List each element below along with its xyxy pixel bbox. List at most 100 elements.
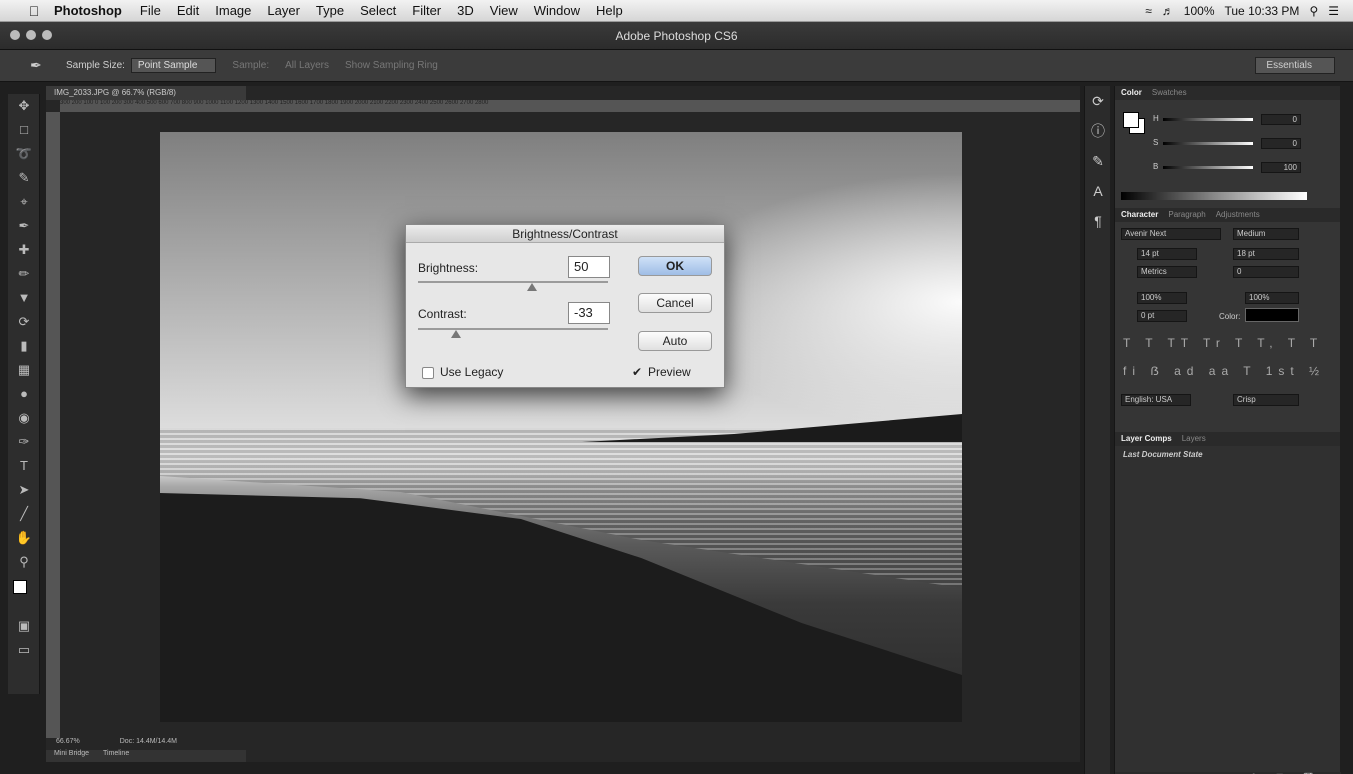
app-menu[interactable]: Photoshop: [54, 3, 122, 18]
quick-mask-icon[interactable]: ▣: [8, 614, 40, 638]
path-select-tool-icon[interactable]: ➤: [8, 478, 40, 502]
font-family-select[interactable]: Avenir Next: [1121, 228, 1221, 240]
gradient-tool-icon[interactable]: ▦: [8, 358, 40, 382]
workspace-switcher[interactable]: Essentials: [1255, 57, 1335, 74]
contrast-slider-thumb[interactable]: [451, 330, 461, 338]
baseline-shift-field[interactable]: 0 pt: [1137, 310, 1187, 322]
contrast-input[interactable]: -33: [568, 302, 610, 324]
menu-select[interactable]: Select: [360, 3, 396, 18]
hand-tool-icon[interactable]: ✋: [8, 526, 40, 550]
volume-icon[interactable]: ♬: [1162, 4, 1174, 18]
brush-tool-icon[interactable]: ✏: [8, 262, 40, 286]
marquee-tool-icon[interactable]: □: [8, 118, 40, 142]
contrast-slider[interactable]: [418, 328, 608, 330]
screen-mode-icon[interactable]: ▭: [8, 638, 40, 662]
menu-window[interactable]: Window: [534, 3, 580, 18]
hue-slider-row[interactable]: H 0: [1153, 114, 1333, 126]
type-tool-icon[interactable]: T: [8, 454, 40, 478]
history-brush-tool-icon[interactable]: ⟳: [8, 310, 40, 334]
tab-mini-bridge[interactable]: Mini Bridge: [54, 750, 89, 762]
horizontal-scale-field[interactable]: 100%: [1245, 292, 1299, 304]
saturation-slider[interactable]: [1163, 142, 1253, 145]
brightness-slider[interactable]: [418, 281, 608, 283]
info-icon[interactable]: ⓘ: [1085, 116, 1111, 146]
ok-button[interactable]: OK: [638, 256, 712, 276]
notification-center-icon[interactable]: ☰: [1328, 4, 1339, 18]
brightness-input[interactable]: 50: [568, 256, 610, 278]
zoom-level[interactable]: 66.67%: [56, 738, 80, 750]
character-styles-icon[interactable]: A: [1085, 176, 1111, 206]
use-legacy-checkbox[interactable]: [422, 367, 434, 379]
menu-type[interactable]: Type: [316, 3, 344, 18]
font-style-select[interactable]: Medium: [1233, 228, 1299, 240]
vertical-scale-field[interactable]: 100%: [1137, 292, 1187, 304]
b-slider[interactable]: [1163, 166, 1253, 169]
dodge-tool-icon[interactable]: ◉: [8, 406, 40, 430]
tab-layers[interactable]: Layers: [1182, 432, 1206, 446]
tab-character[interactable]: Character: [1121, 208, 1158, 222]
b-value[interactable]: 100: [1261, 162, 1301, 173]
brightness-color-slider-row[interactable]: B 100: [1153, 162, 1333, 174]
eraser-tool-icon[interactable]: ▮: [8, 334, 40, 358]
eyedropper-tool-icon[interactable]: ✒: [8, 214, 40, 238]
pen-tool-icon[interactable]: ✑: [8, 430, 40, 454]
type-style-buttons[interactable]: T T TT Tr T T, T T: [1123, 336, 1323, 350]
eyedropper-icon[interactable]: ✒: [30, 57, 58, 74]
saturation-value[interactable]: 0: [1261, 138, 1301, 149]
sample-size-select[interactable]: Point Sample: [130, 58, 217, 73]
use-legacy-label[interactable]: Use Legacy: [440, 365, 503, 379]
brightness-slider-thumb[interactable]: [527, 283, 537, 291]
text-color-swatch[interactable]: [1245, 308, 1299, 322]
stamp-tool-icon[interactable]: ▼: [8, 286, 40, 310]
quick-select-tool-icon[interactable]: ✎: [8, 166, 40, 190]
opentype-buttons[interactable]: fi ẞ ad aa T 1st ½: [1123, 364, 1325, 378]
saturation-slider-row[interactable]: S 0: [1153, 138, 1333, 150]
hue-slider[interactable]: [1163, 118, 1253, 121]
crop-tool-icon[interactable]: ⌖: [8, 190, 40, 214]
doc-size[interactable]: Doc: 14.4M/14.4M: [120, 738, 177, 750]
paragraph-styles-icon[interactable]: ¶: [1085, 206, 1111, 236]
layer-comp-item[interactable]: Last Document State: [1123, 450, 1203, 459]
preview-check-icon[interactable]: ✔: [632, 365, 642, 379]
zoom-tool-icon[interactable]: ⚲: [8, 550, 40, 574]
apple-icon[interactable]: : [20, 3, 48, 19]
lasso-tool-icon[interactable]: ➰: [8, 142, 40, 166]
tab-color[interactable]: Color: [1121, 86, 1142, 100]
menu-image[interactable]: Image: [215, 3, 251, 18]
menu-filter[interactable]: Filter: [412, 3, 441, 18]
cancel-button[interactable]: Cancel: [638, 293, 712, 313]
tab-adjustments[interactable]: Adjustments: [1216, 208, 1260, 222]
image-canvas[interactable]: [160, 132, 962, 722]
spotlight-icon[interactable]: ⚲: [1309, 4, 1318, 18]
antialias-select[interactable]: Crisp: [1233, 394, 1299, 406]
foreground-color[interactable]: [13, 580, 27, 594]
menu-view[interactable]: View: [490, 3, 518, 18]
show-sampling-ring-checkbox[interactable]: Show Sampling Ring: [345, 60, 438, 71]
tab-swatches[interactable]: Swatches: [1152, 86, 1187, 100]
document-tab[interactable]: IMG_2033.JPG @ 66.7% (RGB/8): [46, 86, 246, 100]
menu-layer[interactable]: Layer: [267, 3, 300, 18]
menu-3d[interactable]: 3D: [457, 3, 474, 18]
tab-layer-comps[interactable]: Layer Comps: [1121, 432, 1172, 446]
tab-paragraph[interactable]: Paragraph: [1168, 208, 1205, 222]
color-spectrum[interactable]: [1121, 192, 1307, 200]
menu-edit[interactable]: Edit: [177, 3, 199, 18]
tracking-field[interactable]: 0: [1233, 266, 1299, 278]
hue-value[interactable]: 0: [1261, 114, 1301, 125]
leading-field[interactable]: 18 pt: [1233, 248, 1299, 260]
menu-help[interactable]: Help: [596, 3, 623, 18]
tab-timeline[interactable]: Timeline: [103, 750, 129, 762]
brush-presets-icon[interactable]: ✎: [1085, 146, 1111, 176]
kerning-field[interactable]: Metrics: [1137, 266, 1197, 278]
color-swatches[interactable]: [8, 574, 39, 614]
sample-select[interactable]: All Layers: [285, 60, 329, 71]
move-tool-icon[interactable]: ✥: [8, 94, 40, 118]
wifi-icon[interactable]: ≈: [1145, 4, 1152, 18]
preview-label[interactable]: Preview: [648, 365, 691, 379]
language-select[interactable]: English: USA: [1121, 394, 1191, 406]
healing-tool-icon[interactable]: ✚: [8, 238, 40, 262]
history-icon[interactable]: ⟳: [1085, 86, 1111, 116]
clock[interactable]: Tue 10:33 PM: [1225, 4, 1300, 18]
font-size-field[interactable]: 14 pt: [1137, 248, 1197, 260]
panel-foreground-color[interactable]: [1123, 112, 1139, 128]
